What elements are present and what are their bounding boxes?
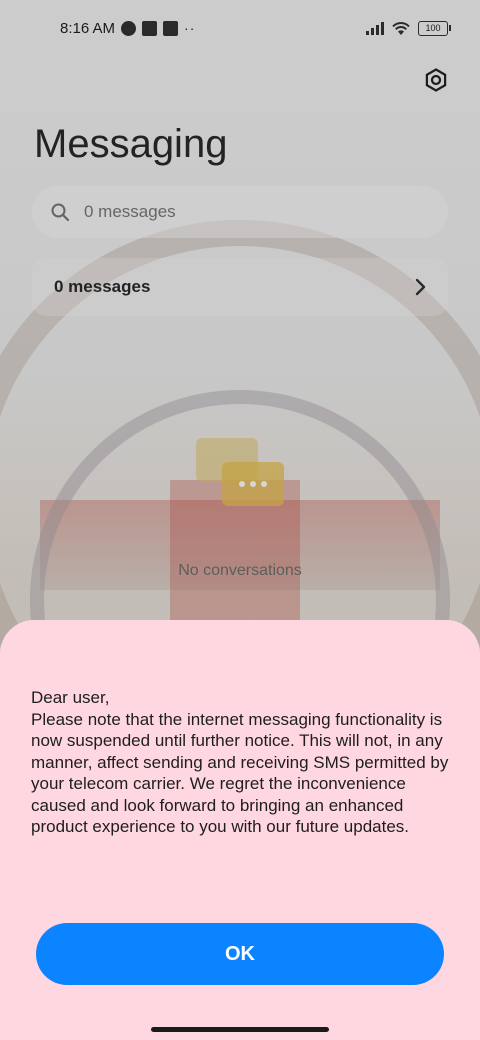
ok-button[interactable]: OK	[36, 923, 444, 985]
notice-dialog: Dear user, Please note that the internet…	[0, 620, 480, 1040]
home-indicator[interactable]	[151, 1027, 329, 1032]
dialog-message: Dear user, Please note that the internet…	[31, 688, 449, 836]
